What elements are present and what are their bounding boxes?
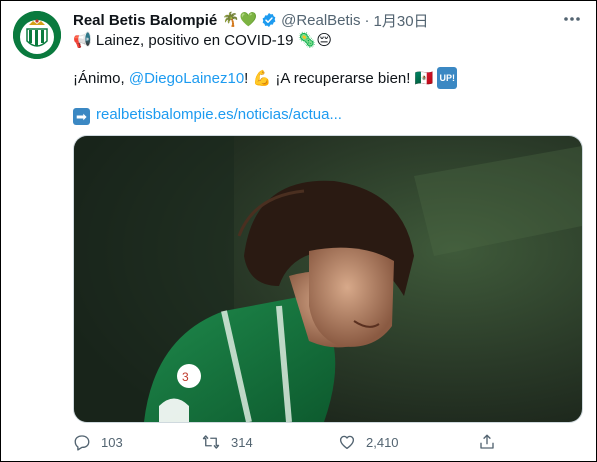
reply-count: 103 (101, 434, 123, 450)
like-button[interactable]: 2,410 (338, 433, 478, 451)
like-count: 2,410 (366, 434, 399, 450)
body-suffix: ¡A recuperarse bien! (271, 70, 415, 87)
avatar[interactable] (13, 11, 61, 59)
share-icon (480, 434, 494, 449)
user-handle[interactable]: @RealBetis (281, 12, 360, 29)
mexico-flag-icon: 🇲🇽 (414, 69, 434, 87)
right-arrow-icon: ➡ (73, 108, 90, 125)
share-button[interactable] (478, 433, 506, 451)
tweet-photo[interactable]: 3 (73, 135, 583, 423)
tweet-card[interactable]: Real Betis Balompié 🌴💚 @RealBetis · 1月30… (0, 0, 597, 462)
body-mid: ! (244, 70, 253, 87)
tweet-actions: 103 314 2,410 (73, 431, 513, 453)
verified-badge-icon (261, 12, 277, 28)
tweet-body: ¡Ánimo, @DiegoLainez10! 💪 ¡A recuperarse… (73, 67, 457, 89)
display-name[interactable]: Real Betis Balompié (73, 12, 217, 29)
retweet-count: 314 (231, 434, 253, 450)
retweet-button[interactable]: 314 (201, 433, 338, 451)
tweet-headline: 📢 Lainez, positivo en COVID-19 🦠😔 (73, 30, 332, 51)
body-prefix: ¡Ánimo, (73, 70, 129, 87)
retweet-icon (202, 435, 220, 449)
article-link[interactable]: realbetisbalompie.es/noticias/actua... (96, 106, 342, 123)
svg-text:3: 3 (182, 370, 189, 384)
name-emojis: 🌴💚 (222, 12, 258, 28)
flexed-biceps-icon: 💪 (252, 69, 272, 87)
more-icon[interactable] (560, 9, 584, 29)
reply-button[interactable]: 103 (73, 433, 201, 451)
tweet-link-line: ➡ realbetisbalompie.es/noticias/actua... (73, 105, 342, 125)
megaphone-icon: 📢 (73, 31, 92, 49)
headline-text: Lainez, positivo en COVID-19 (95, 32, 294, 49)
reply-icon (74, 435, 90, 451)
headline-end-emojis: 🦠😔 (297, 31, 332, 49)
mention-link[interactable]: @DiegoLainez10 (129, 70, 244, 87)
tweet-date[interactable]: 1月30日 (374, 10, 429, 31)
heart-icon (339, 435, 355, 450)
tweet-header: Real Betis Balompié 🌴💚 @RealBetis · 1月30… (73, 10, 576, 30)
up-badge-icon: UP! (437, 67, 457, 89)
separator-dot: · (364, 11, 370, 29)
